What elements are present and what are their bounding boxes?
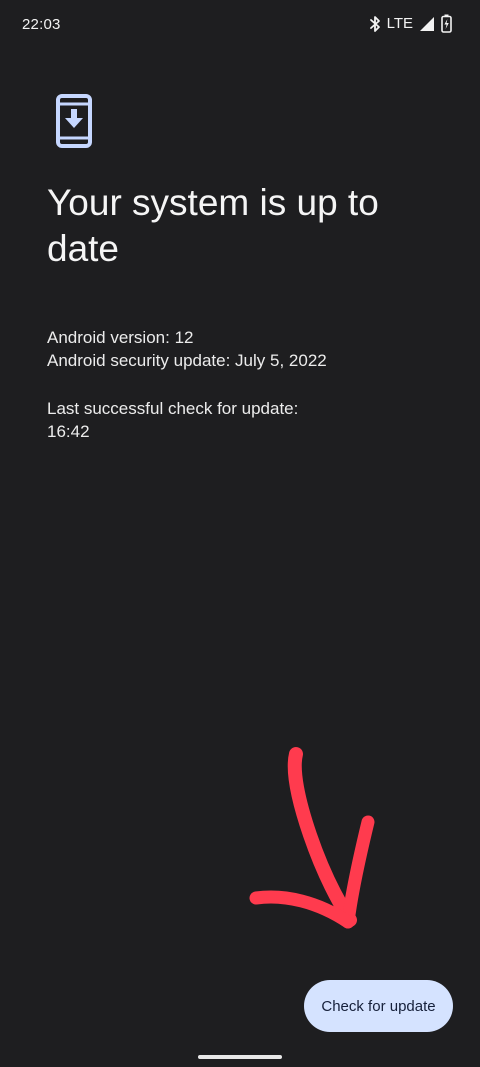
status-time: 22:03	[22, 16, 61, 33]
navigation-handle[interactable]	[198, 1055, 282, 1059]
red-arrow-annotation	[249, 747, 375, 929]
security-update-text: Android security update: July 5, 2022	[47, 351, 327, 370]
system-update-screen: 22:03 LTE Your system is up to date Andr…	[0, 0, 480, 1067]
network-type: LTE	[386, 15, 413, 32]
signal-icon	[420, 16, 434, 31]
last-check-time: 16:42	[47, 422, 90, 441]
page-title: Your system is up to date	[47, 182, 379, 269]
system-update-icon	[56, 94, 92, 148]
bluetooth-icon	[369, 15, 380, 32]
battery-charging-icon	[441, 14, 452, 33]
check-for-update-button[interactable]: Check for update	[304, 980, 453, 1032]
android-version-text: Android version: 12	[47, 328, 194, 347]
update-info: Android version: 12 Android security upd…	[47, 326, 447, 443]
status-bar: 22:03 LTE	[0, 0, 480, 52]
last-check-label: Last successful check for update:	[47, 399, 299, 418]
status-icons: LTE	[369, 14, 452, 33]
